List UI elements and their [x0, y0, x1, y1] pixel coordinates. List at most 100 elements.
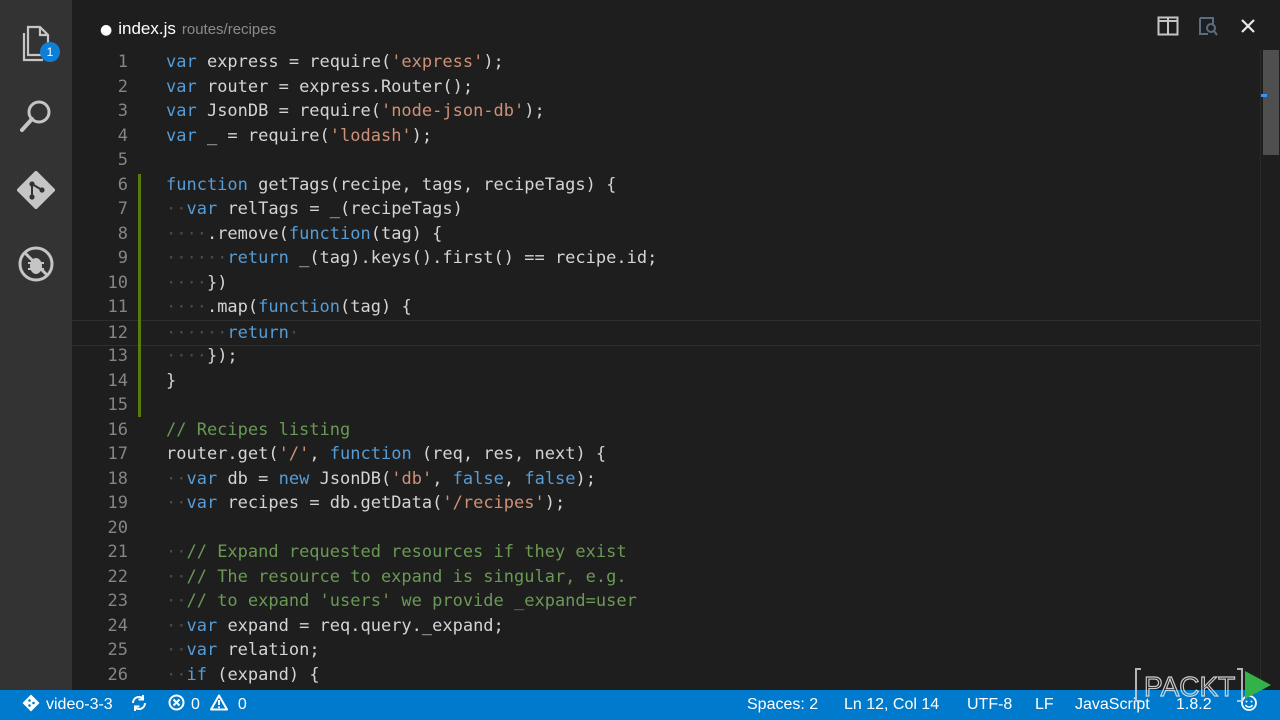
- search-view-button[interactable]: [14, 94, 58, 138]
- close-icon: [1240, 18, 1256, 38]
- keyword-token: function: [329, 444, 412, 464]
- code-token: (tag) {: [340, 297, 412, 317]
- whitespace-token: ······: [166, 248, 228, 268]
- whitespace-token: ·: [288, 322, 300, 343]
- line-number: 4: [117, 125, 128, 146]
- activity-bar: 1: [0, 0, 72, 690]
- line-code: function getTags(recipe, tags, recipeTag…: [166, 173, 616, 198]
- string-token: 'lodash': [329, 125, 412, 146]
- code-line[interactable]: 5: [72, 148, 1260, 173]
- code-line[interactable]: 4 var _ = require('lodash');: [72, 124, 1260, 149]
- code-line[interactable]: 18 ··var db = new JsonDB('db', false, fal…: [72, 467, 1260, 492]
- close-editor-button[interactable]: [1236, 16, 1260, 40]
- scrollbar-thumb[interactable]: [1263, 50, 1279, 155]
- editor-tab[interactable]: ● index.js routes/recipes: [100, 19, 276, 39]
- keyword-token: var: [186, 468, 218, 489]
- sync-icon: [130, 694, 148, 717]
- code-line[interactable]: 9 ······return _(tag).keys().first() == r…: [72, 246, 1260, 271]
- line-number: 24: [107, 615, 128, 636]
- unsaved-dot: ●: [100, 22, 113, 38]
- line-code: router.get('/', function (req, res, next…: [166, 442, 606, 467]
- code-line[interactable]: 23 ··// to expand 'users' we provide _exp…: [72, 589, 1260, 614]
- modified-lines-gutter-marker: [138, 173, 141, 417]
- explorer-badge: 1: [40, 42, 60, 62]
- code-line[interactable]: 11 ····.map(function(tag) {: [72, 295, 1260, 320]
- code-line[interactable]: 22 ··// The resource to expand is singula…: [72, 565, 1260, 590]
- debug-button[interactable]: [14, 242, 58, 286]
- code-editor[interactable]: 1 var express = require('express'); 2 var r…: [72, 50, 1260, 690]
- git-branch-icon: [22, 694, 40, 717]
- line-number: 1: [117, 52, 128, 72]
- line-number: 20: [107, 517, 128, 538]
- code-line[interactable]: 2 var router = express.Router();: [72, 75, 1260, 100]
- line-number: 13: [107, 346, 128, 366]
- branch-status[interactable]: video-3-3: [22, 690, 113, 720]
- problems-status[interactable]: 0 0: [168, 690, 247, 720]
- line-number: 9: [117, 248, 128, 268]
- sync-button[interactable]: [130, 690, 148, 720]
- code-token: ,: [432, 468, 453, 489]
- code-line[interactable]: 1 var express = require('express');: [72, 50, 1260, 75]
- code-token: }): [206, 272, 228, 293]
- string-token: '/recipes': [442, 493, 545, 513]
- code-line[interactable]: 26 ··if (expand) {: [72, 663, 1260, 688]
- code-token: .remove(: [206, 223, 289, 244]
- file-path: routes/recipes: [181, 21, 277, 38]
- code-line[interactable]: 19 ··var recipes = db.getData('/recipes')…: [72, 491, 1260, 516]
- code-token: ,: [309, 444, 330, 464]
- code-token: relTags = _(recipeTags): [217, 199, 463, 219]
- whitespace-token: ··: [166, 493, 187, 513]
- line-number: 6: [117, 174, 128, 195]
- code-token: express = require(: [196, 52, 392, 72]
- code-line[interactable]: 24 ··var expand = req.query._expand;: [72, 614, 1260, 639]
- keyword-token: var: [186, 199, 218, 219]
- code-line[interactable]: 6 function getTags(recipe, tags, recipeTa…: [72, 173, 1260, 198]
- source-control-button[interactable]: [14, 168, 58, 212]
- code-line[interactable]: 25 ··var relation;: [72, 638, 1260, 663]
- comment-token: // Expand requested resources if they ex…: [186, 542, 627, 562]
- code-token: router.get(: [166, 444, 279, 464]
- code-line[interactable]: 3 var JsonDB = require('node-json-db');: [72, 99, 1260, 124]
- explorer-button[interactable]: 1: [14, 22, 60, 66]
- line-code: ····}): [166, 271, 227, 296]
- line-number: 10: [107, 272, 128, 293]
- code-token: );: [524, 101, 545, 121]
- line-code: var express = require('express');: [166, 50, 504, 75]
- code-line[interactable]: 12 ······return·: [72, 319, 1260, 346]
- whitespace-token: ··: [166, 664, 187, 685]
- keyword-token: function: [258, 297, 341, 317]
- whitespace-token: ··: [166, 542, 187, 562]
- editor-scrollbar[interactable]: [1260, 50, 1280, 690]
- line-code: ··// to expand 'users' we provide _expan…: [166, 589, 637, 614]
- line-number: 7: [117, 199, 128, 219]
- status-bar: video-3-3 0 0 Spaces: 2 Ln 12, Col 14 UT…: [0, 690, 1280, 720]
- encoding-status[interactable]: UTF-8: [967, 690, 1012, 720]
- open-preview-button[interactable]: [1196, 16, 1220, 40]
- code-line[interactable]: 8 ····.remove(function(tag) {: [72, 222, 1260, 247]
- cursor-position-status[interactable]: Ln 12, Col 14: [844, 690, 939, 720]
- code-line[interactable]: 16 // Recipes listing: [72, 418, 1260, 443]
- code-token: (req, res, next) {: [411, 444, 607, 464]
- keyword-token: var: [166, 125, 197, 146]
- code-line[interactable]: 14}: [72, 369, 1260, 394]
- code-line[interactable]: 13 ····});: [72, 344, 1260, 369]
- indentation-status[interactable]: Spaces: 2: [747, 690, 818, 720]
- code-line[interactable]: 7 ··var relTags = _(recipeTags): [72, 197, 1260, 222]
- code-line[interactable]: 21 ··// Expand requested resources if the…: [72, 540, 1260, 565]
- line-number: 22: [107, 566, 128, 587]
- overview-ruler-marker: [1261, 94, 1267, 97]
- keyword-token: function: [166, 174, 248, 195]
- line-code: ··if (expand) {: [166, 663, 320, 688]
- code-line[interactable]: 15: [72, 393, 1260, 418]
- split-editor-button[interactable]: [1156, 16, 1180, 40]
- code-line[interactable]: 10 ····}): [72, 271, 1260, 296]
- line-number: 5: [117, 150, 128, 170]
- packt-watermark: PACKT: [1135, 667, 1275, 703]
- eol-status[interactable]: LF: [1035, 690, 1054, 720]
- code-token: expand = req.query._expand;: [217, 615, 504, 636]
- eol-label: LF: [1035, 696, 1054, 713]
- line-code: var _ = require('lodash');: [166, 124, 432, 149]
- code-line[interactable]: 20: [72, 516, 1260, 541]
- keyword-token: var: [166, 101, 197, 121]
- code-line[interactable]: 17 router.get('/', function (req, res, ne…: [72, 442, 1260, 467]
